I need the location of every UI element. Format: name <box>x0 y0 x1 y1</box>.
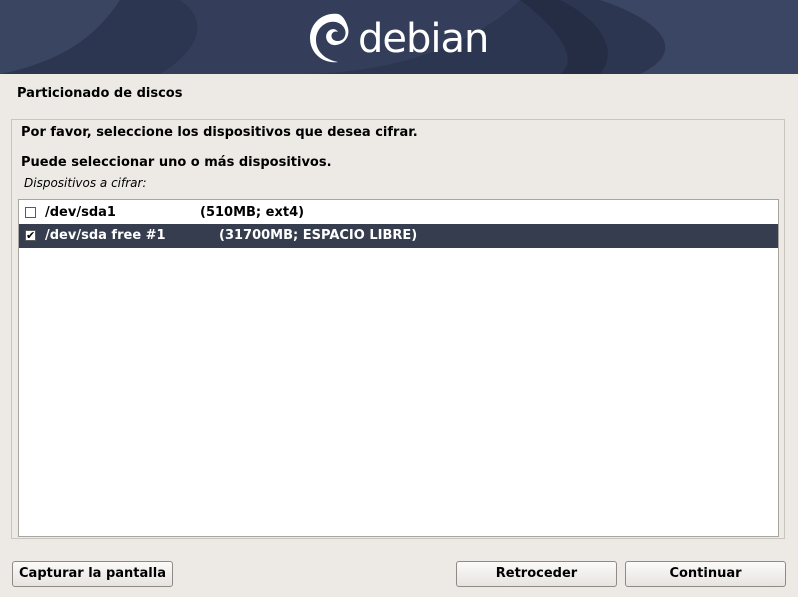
device-info: (31700MB; ESPACIO LIBRE) <box>219 228 418 243</box>
device-name: /dev/sda free #1 <box>45 228 166 243</box>
device-name: /dev/sda1 <box>45 205 116 220</box>
debian-swirl-icon <box>310 13 349 63</box>
list-label: Dispositivos a cifrar: <box>24 176 147 190</box>
hint-text: Puede seleccionar uno o más dispositivos… <box>21 155 332 170</box>
debian-logo-text: debian <box>358 16 489 62</box>
device-info: (510MB; ext4) <box>200 205 305 220</box>
debian-banner: debian <box>0 0 798 74</box>
screenshot-button[interactable]: Capturar la pantalla <box>12 561 173 587</box>
debian-logo: debian <box>304 6 489 70</box>
device-list[interactable]: /dev/sda1 (510MB; ext4) ✔ /dev/sda free … <box>18 199 779 537</box>
checkbox[interactable] <box>25 207 36 218</box>
list-item[interactable]: ✔ /dev/sda free #1 (31700MB; ESPACIO LIB… <box>19 224 778 248</box>
continue-button[interactable]: Continuar <box>625 561 786 587</box>
list-item[interactable]: /dev/sda1 (510MB; ext4) <box>19 201 778 225</box>
question-text: Por favor, seleccione los dispositivos q… <box>21 125 418 140</box>
checkbox-checked[interactable]: ✔ <box>25 230 36 241</box>
page-title: Particionado de discos <box>17 86 183 101</box>
back-button[interactable]: Retroceder <box>456 561 617 587</box>
